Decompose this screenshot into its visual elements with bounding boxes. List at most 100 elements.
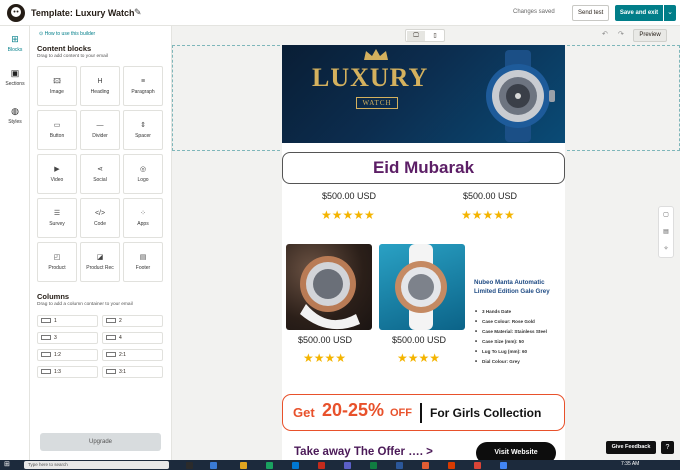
blocks-panel: ⊙ How to use this builder Content blocks… bbox=[30, 26, 172, 460]
undo-icon[interactable]: ↶ bbox=[602, 30, 608, 38]
block-tile-label: Footer bbox=[135, 265, 151, 271]
help-button[interactable]: ? bbox=[661, 441, 674, 454]
taskbar-search-input[interactable]: Type here to search bbox=[24, 461, 169, 469]
column-layout-icon bbox=[41, 369, 51, 375]
file-explorer-icon[interactable] bbox=[240, 462, 247, 469]
upgrade-button[interactable]: Upgrade bbox=[40, 433, 161, 451]
visit-website-button[interactable]: Visit Website bbox=[476, 442, 556, 460]
column-layout-2-1[interactable]: 2:1 bbox=[102, 349, 163, 361]
styles-palette-icon: ◍ bbox=[11, 106, 19, 116]
rail-item-styles[interactable]: ◍ Styles bbox=[0, 106, 30, 125]
desktop-view-icon[interactable]: 🖵 bbox=[407, 31, 425, 41]
column-layout-icon bbox=[106, 335, 116, 341]
edit-pencil-icon[interactable]: ✎ bbox=[134, 7, 142, 18]
column-layout-1[interactable]: 1 bbox=[37, 315, 98, 327]
taskbar-app-icon[interactable] bbox=[318, 462, 325, 469]
banner-sub-text: WATCH bbox=[356, 97, 398, 109]
taskview-icon[interactable] bbox=[186, 462, 193, 469]
mailchimp-logo-icon[interactable] bbox=[6, 3, 26, 23]
block-tile-divider[interactable]: — Divider bbox=[80, 110, 120, 150]
notes-icon[interactable]: ▤ bbox=[659, 224, 673, 241]
edge-icon[interactable] bbox=[292, 462, 299, 469]
os-taskbar: ⊞ Type here to search 7:35 AM bbox=[0, 460, 680, 470]
taskbar-app-icon[interactable] bbox=[210, 462, 217, 469]
spec-item: Case Colour: Rose Gold bbox=[474, 317, 562, 327]
column-layout-icon bbox=[106, 369, 116, 375]
content-blocks-subtitle: Drag to add content to your email bbox=[37, 54, 108, 59]
word-icon[interactable] bbox=[396, 462, 403, 469]
column-layout-1-2[interactable]: 1:2 bbox=[37, 349, 98, 361]
offer-banner[interactable]: Get 20-25% OFF For Girls Collection bbox=[282, 394, 565, 431]
block-tile-image[interactable]: 🖾 Image bbox=[37, 66, 77, 106]
teams-icon[interactable] bbox=[344, 462, 351, 469]
price-photo-1: $500.00 USD bbox=[298, 335, 353, 345]
block-tile-paragraph[interactable]: ≡ Paragraph bbox=[123, 66, 163, 106]
rail-item-blocks[interactable]: ⊞ Blocks bbox=[0, 34, 30, 53]
column-layout-4[interactable]: 4 bbox=[102, 332, 163, 344]
block-tile-product[interactable]: ◰ Product bbox=[37, 242, 77, 282]
columns-heading: Columns bbox=[37, 292, 70, 301]
watch-photo-1-icon bbox=[300, 256, 360, 330]
save-options-chevron-down-icon[interactable]: ⌄ bbox=[664, 5, 676, 21]
windows-start-icon[interactable]: ⊞ bbox=[4, 461, 10, 469]
header-banner-image[interactable]: LUXURY WATCH bbox=[282, 45, 565, 143]
taskbar-app-icon[interactable] bbox=[422, 462, 429, 469]
powerpoint-icon[interactable] bbox=[448, 462, 455, 469]
offer-get-text: Get bbox=[293, 405, 315, 420]
block-tile-button[interactable]: ▭ Button bbox=[37, 110, 77, 150]
sections-icon: ▣ bbox=[10, 68, 20, 78]
block-tile-label: Spacer bbox=[135, 133, 151, 139]
block-tile-label: Code bbox=[94, 221, 106, 227]
chrome-active-icon[interactable] bbox=[474, 462, 481, 469]
block-tile-code[interactable]: </> Code bbox=[80, 198, 120, 238]
block-tile-survey[interactable]: ☰ Survey bbox=[37, 198, 77, 238]
taskbar-app-icon[interactable] bbox=[500, 462, 507, 469]
column-layout-label: 1 bbox=[54, 318, 57, 324]
block-tile-spacer[interactable]: ⇕ Spacer bbox=[123, 110, 163, 150]
send-test-button[interactable]: Send test bbox=[572, 5, 610, 21]
block-tile-label: Button bbox=[49, 133, 65, 139]
column-layout-2[interactable]: 2 bbox=[102, 315, 163, 327]
divider-icon: — bbox=[96, 122, 104, 129]
how-to-link[interactable]: ⊙ How to use this builder bbox=[39, 31, 95, 37]
chrome-icon[interactable] bbox=[266, 462, 273, 469]
block-tile-product-rec[interactable]: ◪ Product Rec bbox=[80, 242, 120, 282]
block-tile-footer[interactable]: ▤ Footer bbox=[123, 242, 163, 282]
block-tile-video[interactable]: ▶ Video bbox=[37, 154, 77, 194]
excel-icon[interactable] bbox=[370, 462, 377, 469]
block-tile-label: Social bbox=[93, 177, 107, 183]
content-blocks-heading: Content blocks bbox=[37, 44, 92, 53]
rail-item-sections[interactable]: ▣ Sections bbox=[0, 68, 30, 87]
spec-item: Case Size (mm): 50 bbox=[474, 337, 562, 347]
sparkle-icon[interactable]: ✧ bbox=[659, 241, 673, 258]
social-share-icon: ⋖ bbox=[97, 166, 103, 173]
column-layout-3-1[interactable]: 3:1 bbox=[102, 366, 163, 378]
give-feedback-button[interactable]: Give Feedback bbox=[606, 441, 656, 454]
column-layout-label: 1:3 bbox=[54, 369, 61, 375]
block-tile-apps[interactable]: ⁘ Apps bbox=[123, 198, 163, 238]
block-tile-logo[interactable]: ◎ Logo bbox=[123, 154, 163, 194]
price-right: $500.00 USD bbox=[463, 191, 518, 201]
column-layout-3[interactable]: 3 bbox=[37, 332, 98, 344]
greeting-heading[interactable]: Eid Mubarak bbox=[282, 152, 565, 184]
email-body: LUXURY WATCH Eid Mubarak $500.00 USD $50… bbox=[282, 45, 565, 460]
clock: 7:35 AM bbox=[621, 461, 640, 467]
product-photo-1[interactable] bbox=[286, 244, 372, 330]
block-tile-heading[interactable]: H Heading bbox=[80, 66, 120, 106]
block-tile-label: Divider bbox=[92, 133, 108, 139]
column-layout-1-3[interactable]: 1:3 bbox=[37, 366, 98, 378]
save-and-exit-button[interactable]: Save and exit bbox=[615, 5, 663, 21]
product-photo-2[interactable] bbox=[379, 244, 465, 330]
block-tile-label: Survey bbox=[49, 221, 65, 227]
column-layout-label: 4 bbox=[119, 335, 122, 341]
survey-icon: ☰ bbox=[53, 210, 61, 217]
block-tile-social[interactable]: ⋖ Social bbox=[80, 154, 120, 194]
spec-item: Lug To Lug (mm): 60 bbox=[474, 347, 562, 357]
mobile-view-icon[interactable]: ▯ bbox=[426, 31, 444, 41]
preview-button[interactable]: Preview bbox=[633, 29, 667, 42]
how-to-label: How to use this builder bbox=[44, 31, 96, 37]
comment-icon[interactable]: ▢ bbox=[659, 207, 673, 224]
redo-icon[interactable]: ↷ bbox=[618, 30, 624, 38]
spec-item: 3 Hands Date bbox=[474, 307, 562, 317]
template-title: Template: Luxury Watch bbox=[31, 8, 135, 18]
